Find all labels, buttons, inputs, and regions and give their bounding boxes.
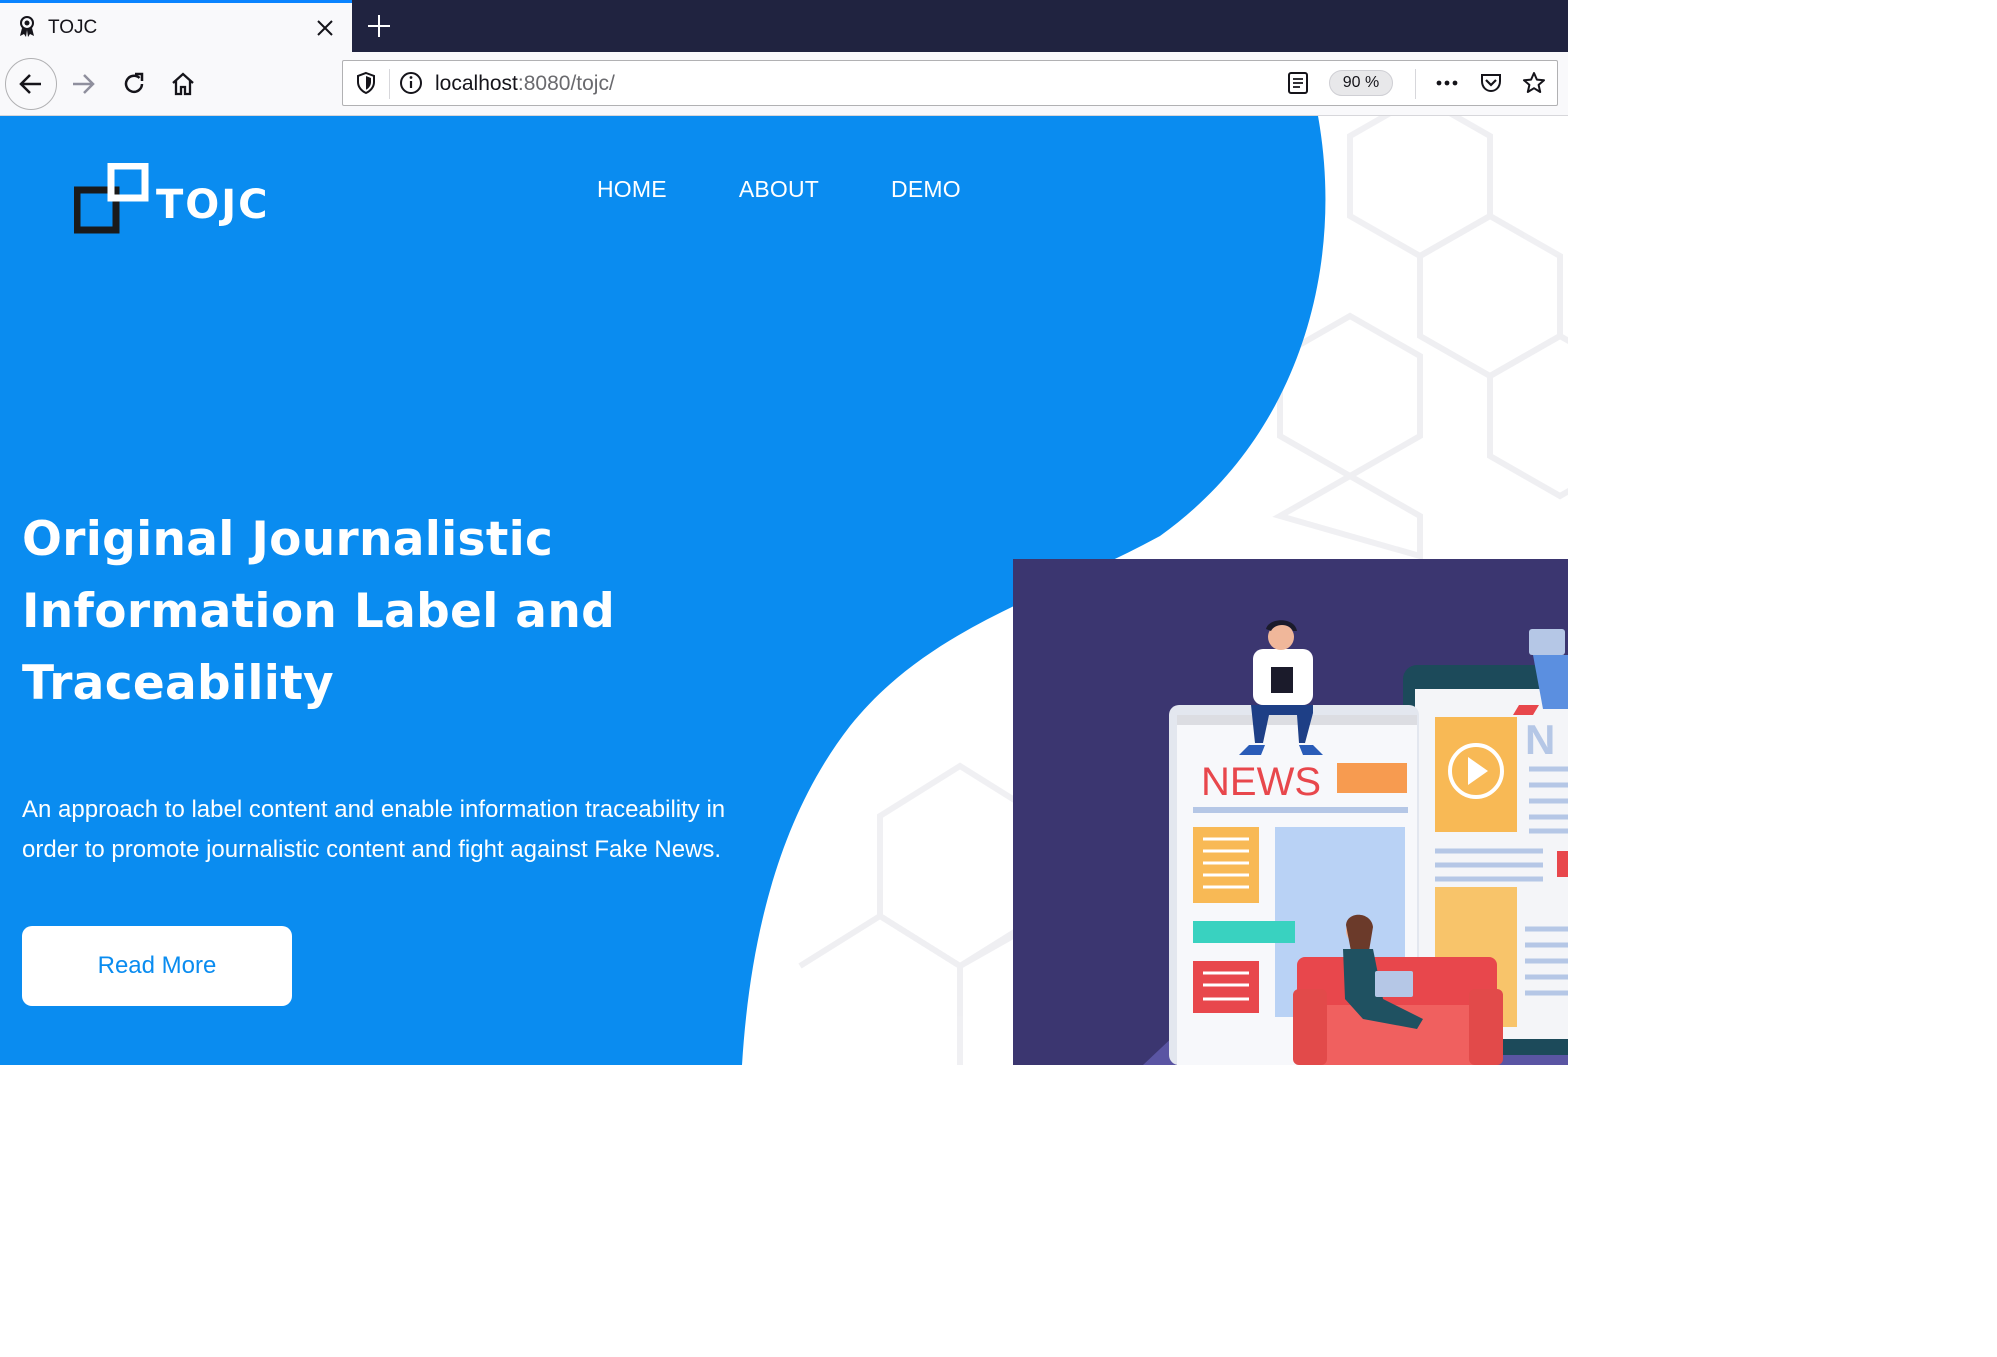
- address-bar[interactable]: localhost:8080/tojc/ 90 %: [342, 60, 1558, 106]
- web-page: TOJC HOME ABOUT DEMO Original Journalist…: [0, 116, 1568, 1065]
- navigation-toolbar: localhost:8080/tojc/ 90 %: [0, 52, 1568, 116]
- back-button[interactable]: [5, 58, 57, 110]
- news-illustration: N NEWS: [1013, 559, 1568, 1065]
- page-actions-more-icon[interactable]: [1434, 70, 1460, 96]
- url-separator: [389, 69, 390, 99]
- home-icon: [172, 72, 194, 96]
- read-more-button[interactable]: Read More: [22, 926, 292, 1006]
- main-nav: HOME ABOUT DEMO: [597, 176, 1033, 203]
- tab-title: TOJC: [48, 17, 98, 38]
- reload-icon: [124, 72, 144, 94]
- nav-home-link[interactable]: HOME: [597, 176, 667, 203]
- url-path: :8080/tojc/: [517, 72, 615, 95]
- url-text: localhost:8080/tojc/: [435, 72, 615, 96]
- hero-title: Original Journalistic Information Label …: [22, 512, 616, 711]
- nav-demo-link[interactable]: DEMO: [891, 176, 961, 203]
- news-sign-text: NEWS: [1201, 760, 1321, 804]
- close-tab-icon[interactable]: [312, 15, 338, 41]
- reader-view-icon[interactable]: [1285, 70, 1311, 96]
- pocket-icon[interactable]: [1478, 70, 1504, 96]
- bookmark-star-icon[interactable]: [1521, 70, 1547, 96]
- forward-arrow-icon: [73, 74, 95, 94]
- tojc-logo-icon: [74, 163, 149, 234]
- tracking-protection-shield-icon[interactable]: [353, 70, 379, 96]
- tab-bar: TOJC: [0, 0, 1568, 52]
- tablet-sign-text: N: [1525, 716, 1555, 763]
- url-separator-right: [1415, 69, 1416, 99]
- reload-button[interactable]: [108, 58, 160, 110]
- favicon-icon: [20, 16, 34, 37]
- home-button[interactable]: [157, 58, 209, 110]
- new-tab-icon[interactable]: [364, 11, 394, 41]
- site-info-icon[interactable]: [398, 70, 424, 96]
- back-arrow-icon: [19, 74, 41, 94]
- nav-about-link[interactable]: ABOUT: [739, 176, 819, 203]
- active-tab[interactable]: TOJC: [0, 0, 352, 52]
- site-logo-text[interactable]: TOJC: [156, 182, 270, 228]
- hero-description: An approach to label content and enable …: [22, 796, 726, 863]
- zoom-level-badge[interactable]: 90 %: [1329, 70, 1393, 96]
- forward-button[interactable]: [57, 58, 109, 110]
- url-host: localhost: [435, 72, 518, 95]
